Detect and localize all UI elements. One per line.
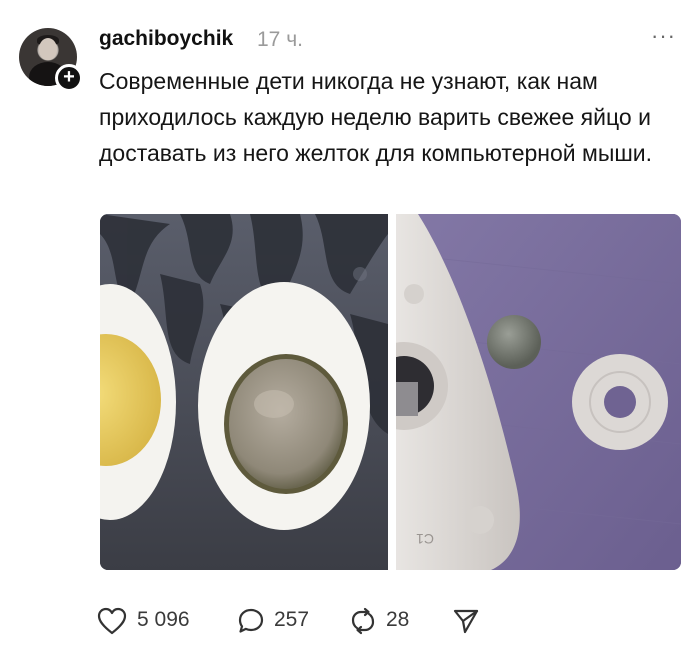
reply-count: 257 (274, 608, 310, 631)
post-text: Современные дети никогда не узнают, как … (99, 68, 653, 166)
follow-button[interactable]: + (55, 64, 83, 92)
repost-button[interactable]: 28 (349, 604, 419, 636)
like-count: 5 096 (137, 608, 190, 631)
mouse-ball-parts-photo[interactable]: C1 (396, 214, 681, 570)
repost-count: 28 (386, 608, 410, 631)
post-media[interactable]: C1 (100, 214, 681, 570)
egg-halves-photo[interactable] (100, 214, 388, 570)
post-timestamp: 17 ч. (257, 28, 303, 51)
more-options-icon[interactable]: ··· (651, 25, 675, 49)
svg-text:C1: C1 (416, 531, 434, 547)
like-button[interactable]: 5 096 (97, 604, 192, 636)
post-card: + gachiboychik 17 ч. ··· Современные дет… (0, 0, 700, 664)
speech-bubble-icon (238, 608, 264, 633)
paper-plane-icon (453, 609, 479, 634)
author-username[interactable]: gachiboychik (99, 27, 233, 51)
share-button[interactable] (452, 604, 482, 636)
reply-button[interactable]: 257 (237, 604, 317, 636)
repost-arrows-icon (351, 607, 375, 635)
author-avatar-wrap[interactable]: + (19, 28, 83, 92)
heart-icon (97, 607, 127, 635)
